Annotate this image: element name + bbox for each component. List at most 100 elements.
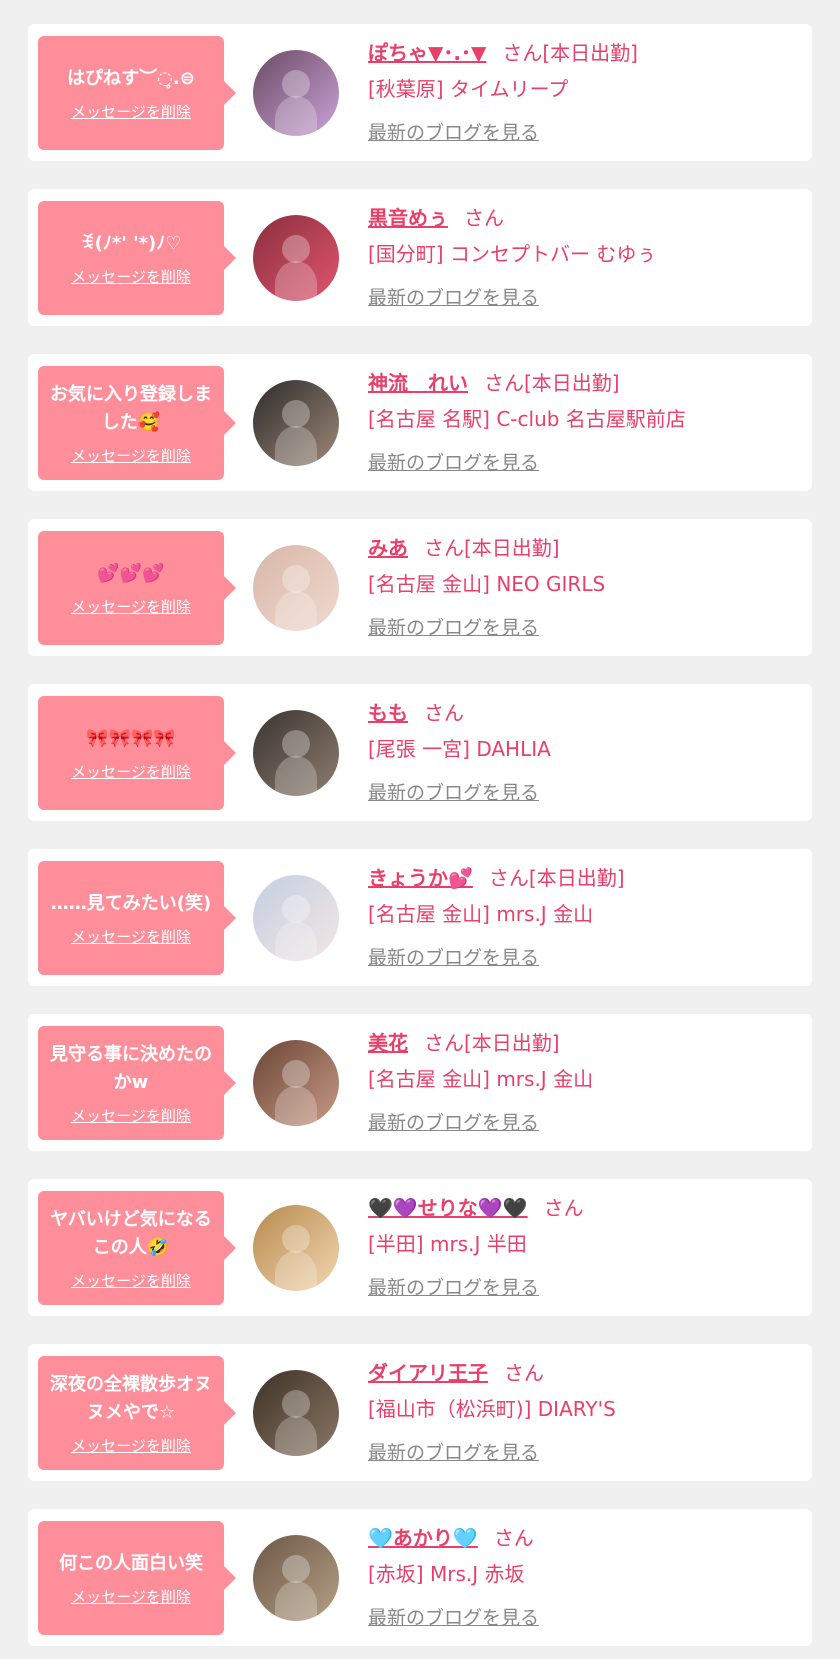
shop-name: NEO GIRLS [496,572,606,596]
girl-info: 美花 さん[本日出勤] [名古屋 金山] mrs.J 金山 最新のブログを見る [368,1028,802,1135]
san-suffix: さん [424,536,464,560]
shop-line: [尾張 一宮] DAHLIA [368,734,802,764]
avatar[interactable] [253,875,339,961]
latest-blog-link[interactable]: 最新のブログを見る [368,1438,539,1465]
message-text: 見守る事に決めたのかw [50,1043,212,1093]
message-card: ヤバいけど気になるこの人🤣 メッセージを削除 🖤💜せりな💜🖤 さん [半田] mr… [28,1179,812,1316]
latest-blog-link[interactable]: 最新のブログを見る [368,283,539,310]
shop-name: Mrs.J 赤坂 [429,1562,525,1586]
delete-message-link[interactable]: メッセージを削除 [71,1105,191,1126]
avatar-head-shape [282,1555,310,1583]
latest-blog-link[interactable]: 最新のブログを見る [368,1273,539,1300]
avatar[interactable] [253,1205,339,1291]
avatar[interactable] [253,1370,339,1456]
girl-name-link[interactable]: もも [368,701,408,725]
latest-blog-link[interactable]: 最新のブログを見る [368,943,539,970]
avatar[interactable] [253,215,339,301]
avatar-head-shape [282,70,310,98]
girl-name-link[interactable]: ダイアリ王子 [368,1361,488,1385]
area-text: [福山市（松浜町)] [368,1397,532,1421]
area-text: [国分町] [368,242,444,266]
shop-name: DAHLIA [476,737,551,761]
avatar-head-shape [282,400,310,428]
delete-message-link[interactable]: メッセージを削除 [71,1586,191,1607]
girl-info: 🖤💜せりな💜🖤 さん [半田] mrs.J 半田 最新のブログを見る [368,1193,802,1300]
message-bubble: 💕💕💕 メッセージを削除 [38,531,236,645]
girl-name-link[interactable]: 黒音めぅ [368,206,448,230]
avatar-body-shape [275,756,317,796]
latest-blog-link[interactable]: 最新のブログを見る [368,448,539,475]
avatar-head-shape [282,1225,310,1253]
shop-name: mrs.J 半田 [429,1232,527,1256]
status-text: [本日出勤] [528,866,625,890]
message-card: 何この人面白い笑 メッセージを削除 🩵あかり🩵 さん [赤坂] Mrs.J 赤坂 … [28,1509,812,1646]
avatar-body-shape [275,426,317,466]
message-card: 見守る事に決めたのかw メッセージを削除 美花 さん[本日出勤] [名古屋 金山]… [28,1014,812,1151]
message-bubble: ……見てみたい(笑) メッセージを削除 [38,861,236,975]
avatar[interactable] [253,50,339,136]
area-text: [名古屋 金山] [368,572,490,596]
latest-blog-link[interactable]: 最新のブログを見る [368,118,539,145]
message-text: はぴねす︶◌̥.⊜ [67,67,195,89]
name-line: 🩵あかり🩵 さん [368,1523,802,1553]
girl-name-link[interactable]: 🖤💜せりな💜🖤 [368,1196,528,1220]
delete-message-link[interactable]: メッセージを削除 [71,596,191,617]
san-suffix: さん [424,1031,464,1055]
name-line: 神流 れい さん[本日出勤] [368,368,802,398]
avatar[interactable] [253,710,339,796]
latest-blog-link[interactable]: 最新のブログを見る [368,1603,539,1630]
message-list: はぴねす︶◌̥.⊜ メッセージを削除 ぽちゃ▼･.･▼ さん[本日出勤] [秋葉原… [0,0,840,1646]
delete-message-link[interactable]: メッセージを削除 [71,1270,191,1291]
avatar-body-shape [275,1251,317,1291]
girl-name-link[interactable]: ぽちゃ▼･.･▼ [368,41,486,65]
san-suffix: さん [464,206,504,230]
avatar[interactable] [253,1535,339,1621]
girl-name-link[interactable]: きょうか💕 [368,866,473,890]
girl-info: 神流 れい さん[本日出勤] [名古屋 名駅] C-club 名古屋駅前店 最新の… [368,368,802,475]
latest-blog-link[interactable]: 最新のブログを見る [368,613,539,640]
status-text: [本日出勤] [464,536,560,560]
girl-name-link[interactable]: 🩵あかり🩵 [368,1526,478,1550]
san-suffix: さん [493,1526,534,1550]
message-card: ꉂ(ﾉ*' '*)ﾉ♡ メッセージを削除 黒音めぅ さん [国分町] コンセプトバ… [28,189,812,326]
delete-message-link[interactable]: メッセージを削除 [71,445,191,466]
latest-blog-link[interactable]: 最新のブログを見る [368,1108,539,1135]
avatar[interactable] [253,1040,339,1126]
girl-info: もも さん [尾張 一宮] DAHLIA 最新のブログを見る [368,698,802,805]
message-bubble: 見守る事に決めたのかw メッセージを削除 [38,1026,236,1140]
delete-message-link[interactable]: メッセージを削除 [71,1435,191,1456]
status-text: [本日出勤] [524,371,620,395]
name-line: 美花 さん[本日出勤] [368,1028,802,1058]
avatar-body-shape [275,1086,317,1126]
girl-name-link[interactable]: 美花 [368,1031,408,1055]
message-text: ヤバいけど気になるこの人🤣 [50,1208,212,1258]
area-text: [赤坂] [368,1562,424,1586]
message-text: 何この人面白い笑 [59,1552,203,1574]
message-text: ꉂ(ﾉ*' '*)ﾉ♡ [80,232,182,254]
shop-name: mrs.J 金山 [496,1067,594,1091]
delete-message-link[interactable]: メッセージを削除 [71,101,191,122]
girl-name-link[interactable]: みあ [368,536,408,560]
latest-blog-link[interactable]: 最新のブログを見る [368,778,539,805]
message-text: 深夜の全裸散歩オヌヌメやで☆ [50,1373,212,1423]
avatar[interactable] [253,545,339,631]
shop-name: mrs.J 金山 [496,902,594,926]
name-line: もも さん [368,698,802,728]
name-line: みあ さん[本日出勤] [368,533,802,563]
message-card: 💕💕💕 メッセージを削除 みあ さん[本日出勤] [名古屋 金山] NEO GIR… [28,519,812,656]
name-line: きょうか💕 さん[本日出勤] [368,863,802,893]
avatar[interactable] [253,380,339,466]
message-text: 💕💕💕 [97,562,165,584]
san-suffix: さん [543,1196,584,1220]
delete-message-link[interactable]: メッセージを削除 [71,761,191,782]
girl-info: 🩵あかり🩵 さん [赤坂] Mrs.J 赤坂 最新のブログを見る [368,1523,802,1630]
shop-name: タイムリープ [449,77,569,101]
delete-message-link[interactable]: メッセージを削除 [71,266,191,287]
message-bubble: 深夜の全裸散歩オヌヌメやで☆ メッセージを削除 [38,1356,236,1470]
delete-message-link[interactable]: メッセージを削除 [71,926,191,947]
shop-line: [秋葉原] タイムリープ [368,74,802,104]
shop-name: C-club 名古屋駅前店 [496,407,686,431]
girl-name-link[interactable]: 神流 れい [368,371,468,395]
san-suffix: さん [504,1361,544,1385]
message-card: 🎀🎀🎀🎀 メッセージを削除 もも さん [尾張 一宮] DAHLIA 最新のブログ… [28,684,812,821]
